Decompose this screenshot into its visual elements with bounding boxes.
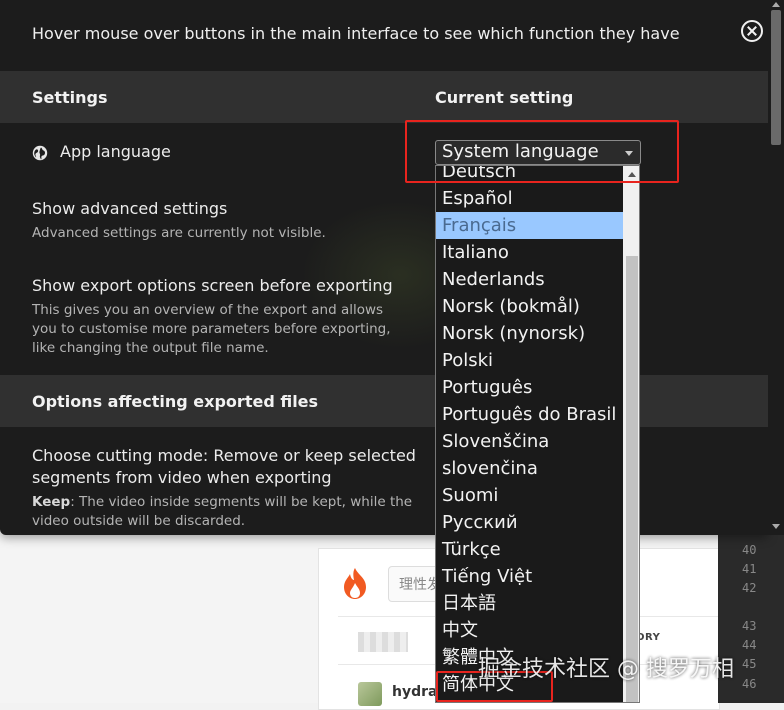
cutting-mode-description-line1: Keep: The video inside segments will be …	[32, 493, 412, 512]
line-number: 46	[742, 677, 757, 691]
language-option[interactable]: Italiano	[436, 239, 623, 266]
language-option[interactable]: Español	[436, 185, 623, 212]
scroll-down-arrow-icon[interactable]	[772, 524, 780, 529]
settings-table-header: Settings Current setting	[0, 71, 768, 123]
language-option[interactable]: 日本語	[436, 590, 623, 617]
annotation-highlight-select	[405, 120, 679, 183]
language-option[interactable]: Slovenščina	[436, 428, 623, 455]
language-option[interactable]: Русский	[436, 509, 623, 536]
hover-hint-text: Hover mouse over buttons in the main int…	[32, 24, 680, 43]
cutting-mode-label-line1: Choose cutting mode: Remove or keep sele…	[32, 446, 416, 465]
language-option[interactable]: Nederlands	[436, 266, 623, 293]
language-option[interactable]: 中文	[436, 617, 623, 644]
avatar	[358, 682, 382, 706]
app-language-label: App language	[60, 142, 171, 161]
export-screen-label[interactable]: Show export options screen before export…	[32, 276, 393, 295]
line-number: 41	[742, 562, 757, 576]
language-option[interactable]: Tiếng Việt	[436, 563, 623, 590]
language-dropdown-list[interactable]: Deutsch Español Français Italiano Nederl…	[435, 165, 640, 703]
dropdown-scroll-thumb[interactable]	[626, 256, 638, 702]
close-icon[interactable]	[741, 20, 763, 42]
dialog-scroll-thumb[interactable]	[771, 10, 781, 145]
line-number: 45	[742, 657, 757, 671]
current-setting-column-title: Current setting	[435, 88, 574, 107]
language-option[interactable]: Türkçe	[436, 536, 623, 563]
language-option[interactable]: slovenčina	[436, 455, 623, 482]
export-screen-description: This gives you an overview of the export…	[32, 302, 391, 356]
export-options-title: Options affecting exported files	[32, 392, 319, 411]
settings-column-title: Settings	[32, 88, 108, 107]
background-username: hydra	[392, 684, 438, 700]
language-option-highlighted[interactable]: Français	[436, 212, 623, 239]
line-number: 44	[742, 638, 757, 652]
language-option[interactable]: Português	[436, 374, 623, 401]
language-option[interactable]: Polski	[436, 347, 623, 374]
language-option[interactable]: Norsk (nynorsk)	[436, 320, 623, 347]
language-option[interactable]: Suomi	[436, 482, 623, 509]
line-number: 42	[742, 581, 757, 595]
blurred-content	[358, 632, 408, 652]
globe-icon	[32, 145, 48, 161]
cutting-mode-description-line2: video outside will be discarded.	[32, 513, 246, 529]
advanced-settings-label[interactable]: Show advanced settings	[32, 199, 227, 218]
keep-emphasis: Keep	[32, 494, 71, 510]
flame-icon	[344, 568, 366, 599]
line-number: 40	[742, 543, 757, 557]
export-options-header: Options affecting exported files	[0, 375, 768, 427]
cutting-mode-description-text: : The video inside segments will be kept…	[70, 494, 413, 510]
cutting-mode-label-line2: segments from video when exporting	[32, 468, 332, 487]
scroll-up-arrow-icon[interactable]	[772, 2, 780, 7]
watermark-text: 掘金技术社区 @ 搜罗万相	[478, 657, 734, 682]
advanced-settings-description: Advanced settings are currently not visi…	[32, 225, 326, 241]
settings-dialog: Hover mouse over buttons in the main int…	[0, 0, 768, 535]
line-number: 43	[742, 619, 757, 633]
language-option[interactable]: Norsk (bokmål)	[436, 293, 623, 320]
language-option[interactable]: Português do Brasil	[436, 401, 623, 428]
